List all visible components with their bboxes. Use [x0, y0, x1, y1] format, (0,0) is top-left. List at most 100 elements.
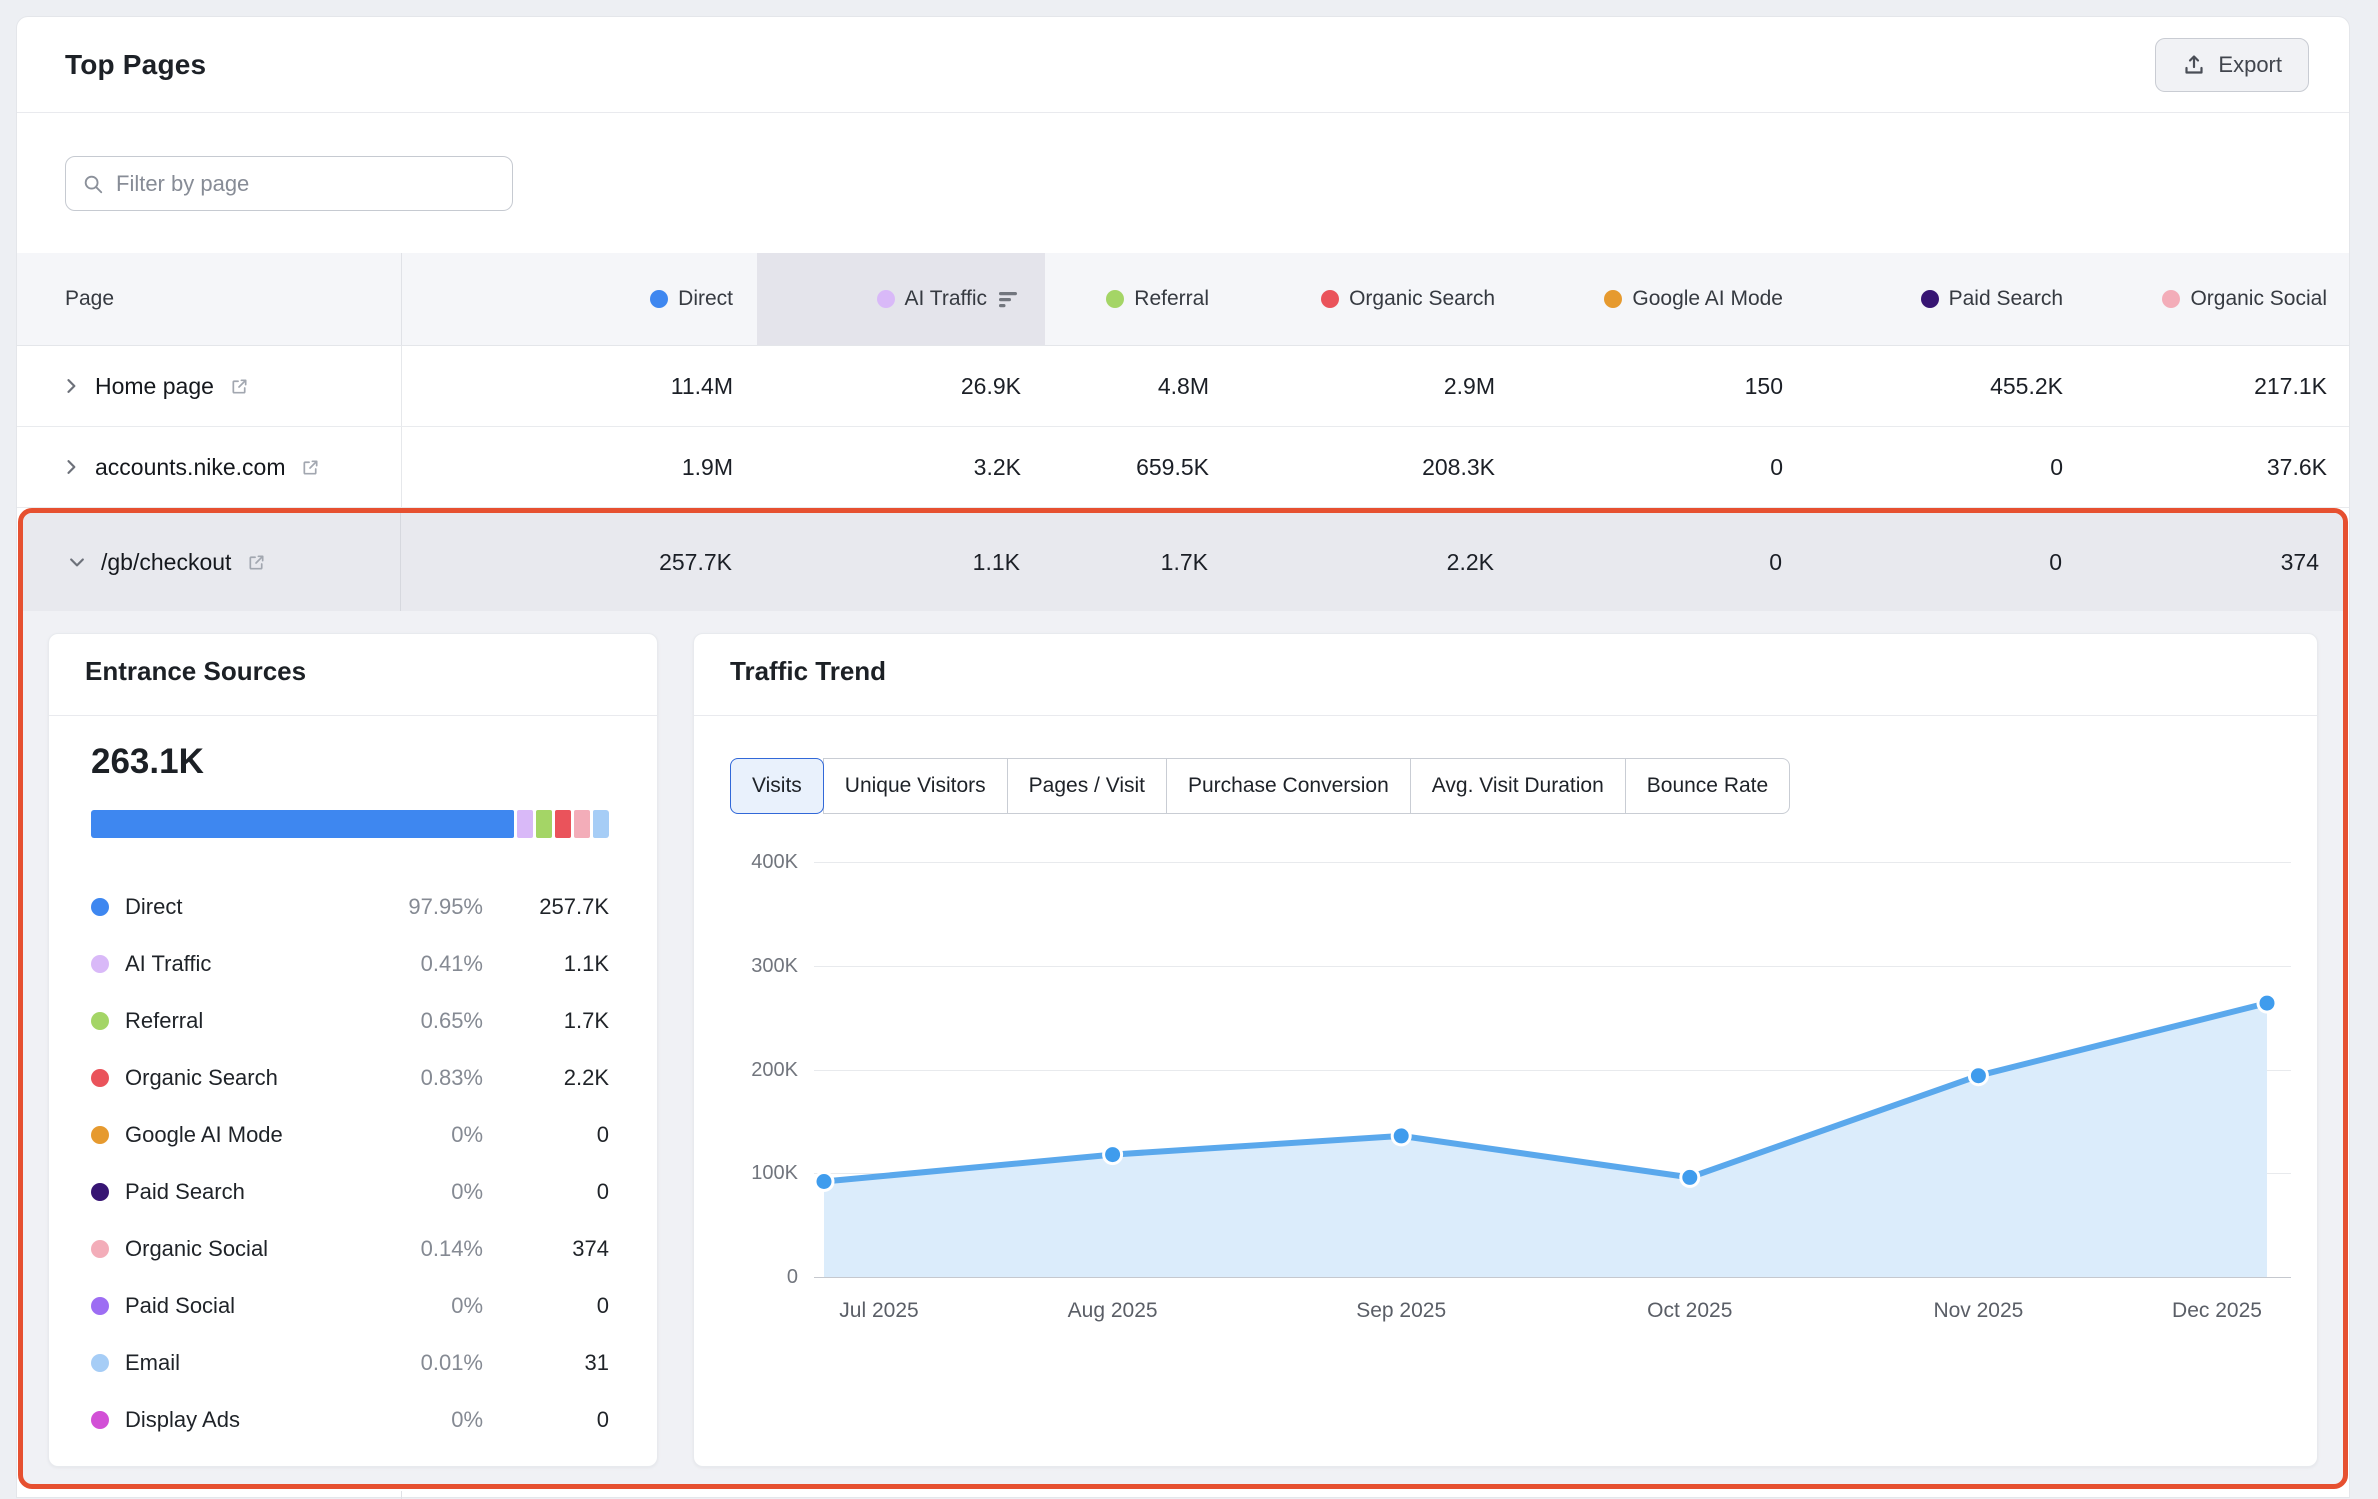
sort-descending-icon: [999, 290, 1021, 309]
export-label: Export: [2218, 52, 2282, 78]
tab-avg-visit-duration[interactable]: Avg. Visit Duration: [1410, 758, 1626, 814]
entrance-source-row-display-ads: Display Ads0%0: [91, 1391, 609, 1448]
entrance-source-row-google-ai-mode: Google AI Mode0%0: [91, 1106, 609, 1163]
tab-purchase-conversion[interactable]: Purchase Conversion: [1166, 758, 1411, 814]
entrance-sources-panel: Entrance Sources 263.1K Direct97.95%257.…: [48, 633, 658, 1467]
value-cell: 37.6K: [2087, 427, 2351, 507]
table-row-accounts-nike-com[interactable]: accounts.nike.com1.9M3.2K659.5K208.3K003…: [17, 427, 2349, 508]
table-row-home-page[interactable]: Home page11.4M26.9K4.8M2.9M150455.2K217.…: [17, 346, 2349, 427]
bar-segment-ai-traffic: [517, 810, 533, 838]
google-ai-mode-dot: [1604, 290, 1622, 308]
entrance-source-row-paid-search: Paid Search0%0: [91, 1163, 609, 1220]
paid-search-dot: [91, 1183, 109, 1201]
expanded-row-details: Entrance Sources 263.1K Direct97.95%257.…: [23, 611, 2343, 1484]
value-cell: 1.9M: [401, 427, 757, 507]
tab-unique-visitors[interactable]: Unique Visitors: [823, 758, 1008, 814]
bar-segment-email: [593, 810, 609, 838]
page-name: accounts.nike.com: [95, 454, 285, 481]
page-cell: accounts.nike.com: [17, 427, 401, 507]
export-button[interactable]: Export: [2155, 38, 2309, 92]
x-axis-tick: Aug 2025: [1068, 1299, 1158, 1323]
table-header-row: Page DirectAI TrafficReferralOrganic Sea…: [17, 253, 2349, 346]
value-cell: 3.2K: [757, 427, 1045, 507]
entrance-sources-list: Direct97.95%257.7KAI Traffic0.41%1.1KRef…: [91, 878, 609, 1448]
page-title: Top Pages: [65, 49, 206, 81]
export-icon: [2182, 53, 2206, 77]
card-header: Top Pages Export: [17, 17, 2349, 113]
y-axis-tick: 300K: [694, 953, 798, 979]
data-point: [1681, 1168, 1699, 1186]
y-axis-tick: 400K: [694, 849, 798, 875]
value-cell: 0: [1807, 427, 2087, 507]
page-cell: /gb/checkout: [23, 513, 400, 611]
data-point: [1392, 1127, 1410, 1145]
bar-segment-organic-social: [574, 810, 590, 838]
value-cell: 0: [1518, 513, 1806, 611]
bar-segment-organic-search: [555, 810, 571, 838]
entrance-source-row-paid-social: Paid Social0%0: [91, 1277, 609, 1334]
top-pages-card: Top Pages Export Page DirectAI TrafficRe…: [16, 16, 2350, 1498]
value-cell: 208.3K: [1233, 427, 1519, 507]
chevron-down-icon[interactable]: [67, 552, 87, 572]
organic-social-dot: [91, 1240, 109, 1258]
value-cell: 150: [1519, 346, 1807, 426]
external-link-icon[interactable]: [230, 377, 249, 396]
external-link-icon[interactable]: [247, 553, 266, 572]
data-point: [815, 1173, 833, 1191]
metric-tabs: VisitsUnique VisitorsPages / VisitPurcha…: [730, 758, 1790, 814]
visits-line-chart: [814, 634, 2291, 1294]
organic-search-dot: [91, 1069, 109, 1087]
data-point: [1104, 1146, 1122, 1164]
value-cell: 26.9K: [757, 346, 1045, 426]
search-icon: [82, 173, 104, 195]
tab-bounce-rate[interactable]: Bounce Rate: [1625, 758, 1790, 814]
expanded-row-highlight: /gb/checkout257.7K1.1K1.7K2.2K00374 Entr…: [18, 508, 2348, 1489]
x-axis-tick: Nov 2025: [1933, 1299, 2023, 1323]
value-cell: 2.9M: [1233, 346, 1519, 426]
value-cell: 217.1K: [2087, 346, 2351, 426]
value-cell: 455.2K: [1807, 346, 2087, 426]
filter-input[interactable]: [116, 171, 496, 197]
tab-pages-visit[interactable]: Pages / Visit: [1007, 758, 1167, 814]
toolbar: [17, 113, 2349, 253]
table-row-selected[interactable]: /gb/checkout257.7K1.1K1.7K2.2K00374: [23, 513, 2343, 611]
y-axis-tick: 0: [694, 1264, 798, 1290]
entrance-sources-total: 263.1K: [91, 742, 609, 782]
column-header-direct[interactable]: Direct: [401, 253, 757, 345]
bar-segment-referral: [536, 810, 552, 838]
column-header-organic-search[interactable]: Organic Search: [1233, 253, 1519, 345]
ai-traffic-dot: [877, 290, 895, 308]
value-cell: 374: [2086, 513, 2343, 611]
ai-traffic-dot: [91, 955, 109, 973]
chevron-right-icon[interactable]: [61, 457, 81, 477]
x-axis-tick: Jul 2025: [839, 1299, 918, 1323]
column-header-page: Page: [17, 253, 401, 345]
x-axis-tick: Dec 2025: [2172, 1299, 2262, 1323]
entrance-source-row-direct: Direct97.95%257.7K: [91, 878, 609, 935]
page-name: /gb/checkout: [101, 549, 231, 576]
entrance-source-row-organic-social: Organic Social0.14%374: [91, 1220, 609, 1277]
referral-dot: [91, 1012, 109, 1030]
external-link-icon[interactable]: [301, 458, 320, 477]
column-header-organic-social[interactable]: Organic Social: [2087, 253, 2351, 345]
paid-search-dot: [1921, 290, 1939, 308]
bar-segment-direct: [91, 810, 514, 838]
referral-dot: [1106, 290, 1124, 308]
column-header-ai-traffic[interactable]: AI Traffic: [757, 253, 1045, 345]
x-axis-tick: Oct 2025: [1647, 1299, 1732, 1323]
filter-field[interactable]: [65, 156, 513, 211]
paid-social-dot: [91, 1297, 109, 1315]
organic-social-dot: [2162, 290, 2180, 308]
tab-visits[interactable]: Visits: [730, 758, 824, 814]
email-dot: [91, 1354, 109, 1372]
column-header-referral[interactable]: Referral: [1045, 253, 1233, 345]
column-header-paid-search[interactable]: Paid Search: [1807, 253, 2087, 345]
entrance-sources-title: Entrance Sources: [85, 656, 621, 687]
column-header-google-ai-mode[interactable]: Google AI Mode: [1519, 253, 1807, 345]
entrance-sources-stacked-bar: [91, 810, 609, 838]
traffic-trend-panel: Traffic Trend VisitsUnique VisitorsPages…: [693, 633, 2318, 1467]
chevron-right-icon[interactable]: [61, 376, 81, 396]
value-cell: 1.1K: [756, 513, 1044, 611]
direct-dot: [650, 290, 668, 308]
value-cell: 0: [1806, 513, 2086, 611]
